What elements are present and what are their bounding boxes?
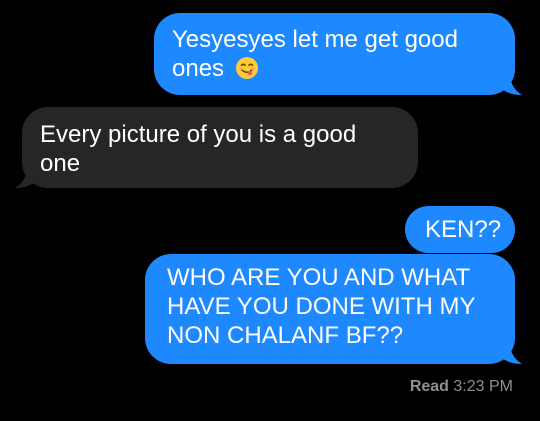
message-bubble-received[interactable]: Every picture of you is a good one (15, 107, 418, 188)
read-receipt: Read 3:23 PM (410, 378, 513, 396)
read-status: Read (409, 378, 449, 395)
message-text: WHO ARE YOU AND WHAT HAVE YOU DONE WITH … (167, 264, 476, 349)
conversation-view: { "messages": [ { "direction": "sent", "… (0, 0, 540, 421)
read-time: 3:23 PM (453, 378, 513, 395)
bubble-tail (500, 342, 522, 364)
message-bubble-sent[interactable]: Yesyesyes let me get good ones (154, 13, 522, 95)
message-bubble-sent[interactable]: KEN?? (405, 206, 515, 253)
message-bubble-sent[interactable]: WHO ARE YOU AND WHAT HAVE YOU DONE WITH … (145, 254, 522, 364)
message-text: KEN?? (425, 216, 502, 243)
message-text: Yesyesyes let me get good ones (172, 26, 458, 82)
bubble-tail (500, 73, 522, 95)
bubble-tail (15, 166, 37, 188)
message-text: Every picture of you is a good one (40, 121, 357, 177)
savoring-food-face-emoji-icon (235, 57, 258, 79)
